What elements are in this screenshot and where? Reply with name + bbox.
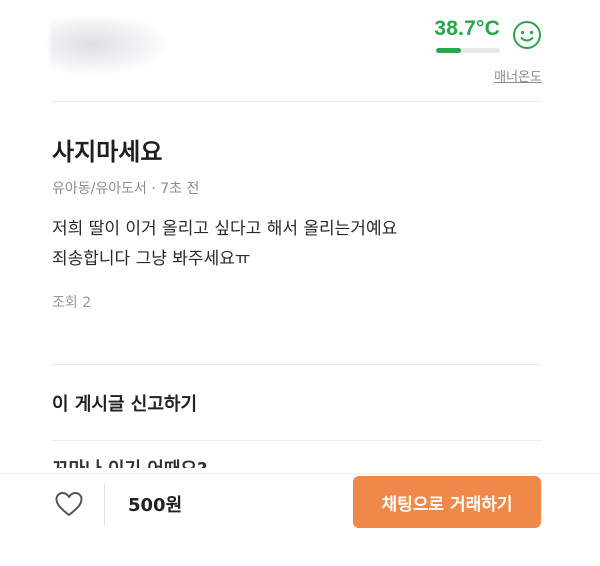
manner-temperature-link[interactable]: 매너온도 (494, 66, 542, 85)
post-body-line: 저희 딸이 이거 올리고 싶다고 해서 올리는거예요 (52, 219, 398, 239)
divider (52, 440, 542, 441)
heart-outline-icon[interactable] (54, 490, 84, 518)
manner-temperature-bar-fill (436, 48, 461, 53)
post-title: 사지마세요 (52, 138, 163, 166)
bottom-action-bar: 500원 채팅으로 거래하기 (0, 473, 600, 566)
smiley-face-icon (513, 21, 541, 49)
post-meta: 유아동/유아도서 · 7초 전 (52, 181, 200, 197)
blurred-seller-avatar (50, 18, 170, 76)
seller-profile: 38.7°C 매너온도 (0, 0, 600, 100)
price: 500원 (128, 495, 183, 516)
report-post-button[interactable]: 이 게시글 신고하기 (52, 390, 197, 416)
divider (52, 364, 542, 365)
partially-hidden-section-title: 꼬마나 이기 어때요? (52, 452, 207, 468)
vertical-divider (104, 484, 105, 526)
post-body-line: 죄송합니다 그냥 봐주세요ㅠ (52, 249, 251, 269)
manner-temperature-widget[interactable]: 38.7°C 매너온도 (432, 14, 542, 94)
divider (52, 101, 542, 102)
view-count: 조회 2 (52, 295, 92, 311)
manner-temperature-bar (436, 48, 500, 53)
chat-to-trade-button[interactable]: 채팅으로 거래하기 (353, 476, 541, 528)
post-body: 저희 딸이 이거 올리고 싶다고 해서 올리는거예요 죄송합니다 그냥 봐주세요… (52, 214, 552, 274)
manner-temperature-value: 38.7°C (434, 17, 500, 40)
